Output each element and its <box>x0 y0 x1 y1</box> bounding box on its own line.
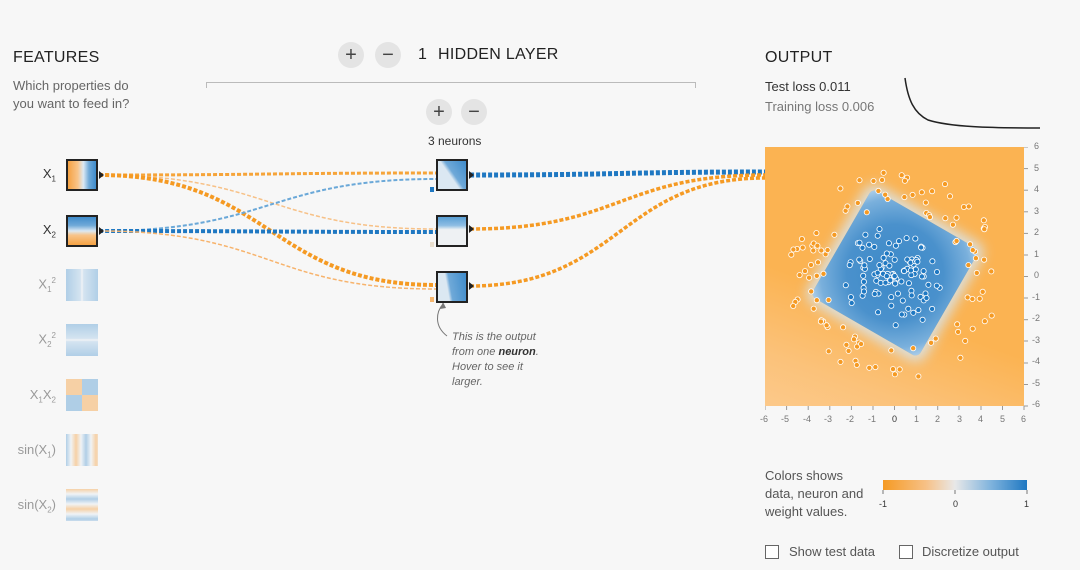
neuron-2[interactable] <box>436 215 468 247</box>
x-tick-label: 0 <box>892 414 898 424</box>
scale-max-label: 1 <box>1024 499 1030 509</box>
test-loss: Test loss 0.011 <box>765 79 851 94</box>
color-scale-bar <box>883 480 1027 490</box>
x-tick-label: -5 <box>781 414 790 424</box>
x-tick-label: 4 <box>978 414 984 424</box>
link-x2-n3 <box>98 230 437 290</box>
loss-curve <box>904 77 1041 129</box>
note-arrow <box>437 303 448 337</box>
axis-ticks <box>765 147 1028 410</box>
x-tick-label: 2 <box>935 414 941 424</box>
x-tick-label: -2 <box>846 414 855 424</box>
link-x2-n1 <box>98 178 437 232</box>
x-tick-label: 1 <box>914 414 920 424</box>
x-tick-label: -1 <box>868 414 877 424</box>
neuron-note: This is the output from one neuron. Hove… <box>452 331 539 388</box>
color-legend-text: Colors shows data, neuron and weight val… <box>765 468 864 519</box>
x-tick-label: 3 <box>957 414 963 424</box>
neuron-3[interactable] <box>436 271 468 303</box>
show-test-data-checkbox[interactable] <box>765 545 779 559</box>
training-loss: Training loss 0.006 <box>765 99 875 114</box>
x-tick-label: -4 <box>803 414 812 424</box>
link-x2-n2 <box>98 229 437 234</box>
color-scale-ticks <box>882 490 1028 494</box>
link-x1-n1 <box>98 171 437 177</box>
x-tick-label: 6 <box>1021 414 1027 424</box>
show-test-data-label[interactable]: Show test data <box>789 544 875 559</box>
x-tick-label: -3 <box>824 414 833 424</box>
link-n1-out <box>469 169 766 178</box>
x-tick-label: 5 <box>1000 414 1006 424</box>
neuron-1[interactable] <box>436 159 468 191</box>
scale-mid-label: 0 <box>953 499 959 509</box>
x-tick-label: -6 <box>760 414 769 424</box>
discretize-output-checkbox[interactable] <box>899 545 913 559</box>
link-n3-out <box>469 176 766 288</box>
scale-min-label: -1 <box>879 499 888 509</box>
discretize-output-label[interactable]: Discretize output <box>922 544 1019 559</box>
link-x1-n2 <box>98 174 437 230</box>
output-title: OUTPUT <box>765 49 833 66</box>
